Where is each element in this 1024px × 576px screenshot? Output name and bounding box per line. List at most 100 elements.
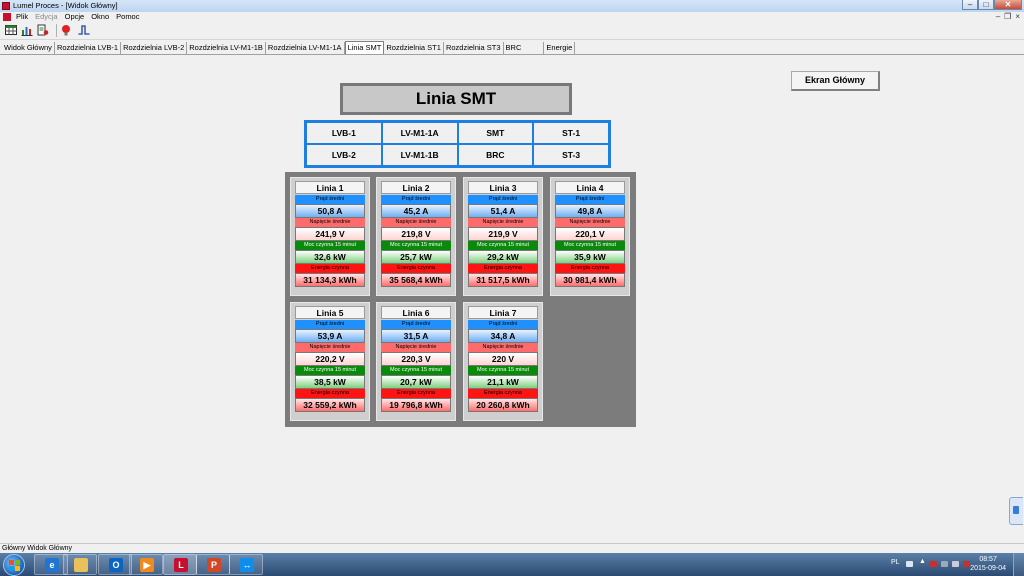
network-icon[interactable] — [941, 561, 948, 567]
current-value: 34,8 A — [468, 329, 538, 343]
view-tabs: Widok Główny Rozdzielnia LVB-1 Rozdzieln… — [0, 41, 1024, 55]
system-tray: PL ▲ 08:57 2015-09-04 — [874, 553, 1024, 576]
current-label: Prąd średni — [295, 320, 365, 329]
nav-lv-m1-1b-button[interactable]: LV-M1-1B — [382, 145, 457, 165]
media-player-icon: ▶ — [140, 558, 154, 572]
current-value: 31,5 A — [381, 329, 451, 343]
menu-file[interactable]: Plik — [16, 12, 28, 22]
doc-restore-icon[interactable]: ❐ — [1004, 12, 1011, 22]
voltage-value: 219,8 V — [381, 227, 451, 241]
line-name: Linia 1 — [295, 181, 365, 194]
power-label: Moc czynna 15 minut — [468, 241, 538, 250]
toolbar-divider — [56, 24, 57, 37]
taskbar-explorer[interactable] — [63, 554, 97, 575]
powerpoint-icon: P — [207, 558, 221, 572]
menu-options[interactable]: Opcje — [65, 12, 85, 22]
nav-smt-button[interactable]: SMT — [458, 123, 533, 143]
taskbar-outlook[interactable]: O — [98, 554, 132, 575]
tray-expand-icon[interactable]: ▲ — [919, 558, 926, 565]
power-value: 20,7 kW — [381, 375, 451, 389]
pulse-chart-icon[interactable] — [78, 24, 90, 36]
tab-lv-m1-1b[interactable]: Rozdzielnia LV-M1-1B — [187, 42, 266, 54]
table-view-icon[interactable] — [5, 24, 17, 36]
document-icon[interactable] — [3, 13, 11, 21]
line-name: Linia 2 — [381, 181, 451, 194]
nav-st-1-button[interactable]: ST-1 — [534, 123, 608, 143]
window-title: Lumel Proces - [Widok Główny] — [13, 1, 118, 10]
power-value: 21,1 kW — [468, 375, 538, 389]
alarm-icon[interactable] — [60, 24, 72, 36]
line-card: Linia 7 Prąd średni 34,8 A Napięcie śred… — [463, 302, 543, 421]
tab-st3[interactable]: Rozdzielnia ST3 — [444, 42, 504, 54]
current-value: 53,9 A — [295, 329, 365, 343]
nav-lvb-2-button[interactable]: LVB-2 — [307, 145, 381, 165]
doc-minimize-icon[interactable]: – — [996, 12, 1000, 22]
current-value: 50,8 A — [295, 204, 365, 218]
energy-label: Energia czynna — [555, 264, 625, 273]
taskbar-powerpoint[interactable]: P — [196, 554, 230, 575]
energy-label: Energia czynna — [381, 264, 451, 273]
tab-st1[interactable]: Rozdzielnia ST1 — [384, 42, 444, 54]
language-indicator[interactable]: PL — [891, 559, 900, 566]
line-name: Linia 4 — [555, 181, 625, 194]
taskbar-teamviewer[interactable]: ↔ — [229, 554, 263, 575]
lines-panel: Linia 1 Prąd średni 50,8 A Napięcie śred… — [285, 172, 636, 427]
voltage-value: 220,2 V — [295, 352, 365, 366]
line-name: Linia 6 — [381, 306, 451, 319]
tab-main-view[interactable]: Widok Główny — [2, 42, 55, 54]
power-value: 32,6 kW — [295, 250, 365, 264]
voltage-label: Napięcie średnie — [295, 343, 365, 352]
notification-icon[interactable] — [930, 561, 937, 567]
start-button[interactable] — [3, 554, 25, 576]
taskbar-lumel-proces[interactable]: L — [163, 554, 197, 575]
show-desktop-button[interactable] — [1013, 553, 1024, 576]
line-name: Linia 7 — [468, 306, 538, 319]
nav-lv-m1-1a-button[interactable]: LV-M1-1A — [382, 123, 457, 143]
menu-edit[interactable]: Edycja — [35, 12, 58, 22]
close-button[interactable]: ✕ — [994, 0, 1022, 10]
side-panel-tab[interactable] — [1009, 497, 1023, 525]
voltage-label: Napięcie średnie — [468, 343, 538, 352]
volume-icon[interactable] — [952, 561, 959, 567]
menu-bar: Plik Edycja Opcje Okno Pomoc – ❐ × — [0, 12, 1024, 22]
energy-value: 35 568,4 kWh — [381, 273, 451, 287]
home-screen-button[interactable]: Ekran Główny — [791, 71, 880, 91]
nav-brc-button[interactable]: BRC — [458, 145, 533, 165]
line-name: Linia 5 — [295, 306, 365, 319]
clock-date: 2015-09-04 — [970, 565, 1006, 572]
voltage-label: Napięcie średnie — [468, 218, 538, 227]
tab-lvb-1[interactable]: Rozdzielnia LVB-1 — [55, 42, 122, 54]
teamviewer-icon: ↔ — [240, 558, 254, 572]
alert-icon[interactable] — [963, 561, 970, 567]
keyboard-icon[interactable] — [906, 561, 913, 567]
switchboard-nav: LVB-1 LV-M1-1A SMT ST-1 LVB-2 LV-M1-1B B… — [304, 120, 611, 168]
doc-close-icon[interactable]: × — [1015, 12, 1020, 22]
nav-lvb-1-button[interactable]: LVB-1 — [307, 123, 381, 143]
current-value: 49,8 A — [555, 204, 625, 218]
power-label: Moc czynna 15 minut — [381, 366, 451, 375]
menu-help[interactable]: Pomoc — [116, 12, 139, 22]
clock-time: 08:57 — [979, 556, 997, 563]
minimize-button[interactable]: – — [962, 0, 978, 10]
power-label: Moc czynna 15 minut — [295, 241, 365, 250]
clock[interactable]: 08:57 2015-09-04 — [970, 555, 1006, 573]
page-title: Linia SMT — [340, 83, 572, 115]
chart-icon[interactable] — [21, 24, 33, 36]
tab-lvb-2[interactable]: Rozdzielnia LVB-2 — [121, 42, 188, 54]
document-window-controls: – ❐ × — [996, 12, 1020, 22]
power-label: Moc czynna 15 minut — [468, 366, 538, 375]
report-icon[interactable] — [37, 24, 49, 36]
current-label: Prąd średni — [381, 320, 451, 329]
tab-lv-m1-1a[interactable]: Rozdzielnia LV-M1-1A — [266, 42, 345, 54]
tab-brc[interactable]: BRC — [504, 42, 545, 54]
tab-linia-smt[interactable]: Linia SMT — [344, 41, 385, 54]
tab-energie[interactable]: Energie — [544, 42, 576, 54]
taskbar-media-player[interactable]: ▶ — [129, 554, 163, 575]
voltage-value: 220,1 V — [555, 227, 625, 241]
toolbar — [0, 22, 1024, 40]
menu-window[interactable]: Okno — [91, 12, 109, 22]
nav-st-3-button[interactable]: ST-3 — [534, 145, 608, 165]
maximize-button[interactable]: □ — [978, 0, 994, 10]
power-value: 29,2 kW — [468, 250, 538, 264]
current-value: 45,2 A — [381, 204, 451, 218]
